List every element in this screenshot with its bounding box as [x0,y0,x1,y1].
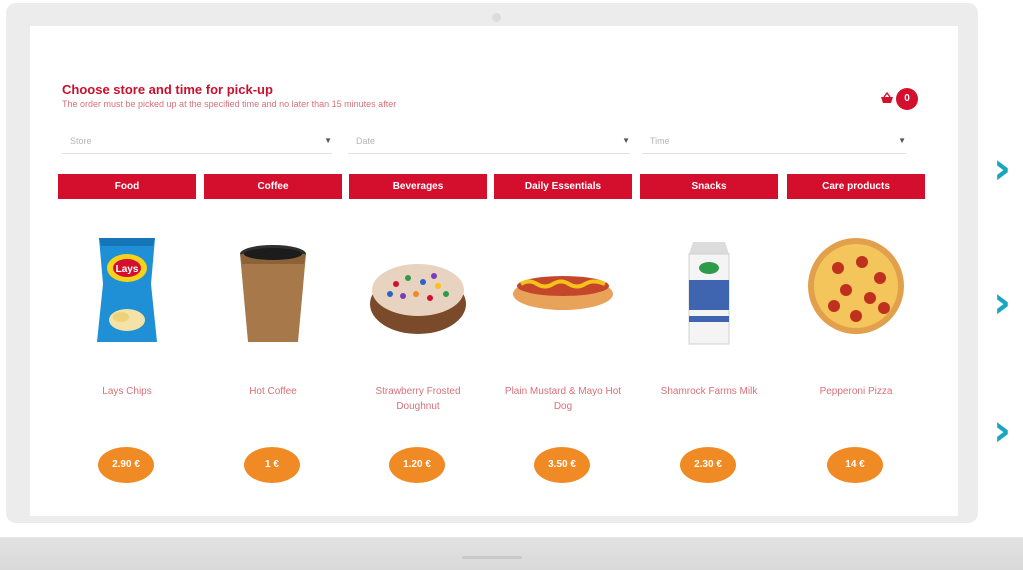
time-select-placeholder: Time [650,136,670,146]
milk-carton-image [688,242,730,345]
product-card[interactable]: Shamrock Farms Milk 2.30 € [640,212,778,516]
product-name: Strawberry Frosted Doughnut [375,386,461,412]
date-select-placeholder: Date [356,136,376,146]
time-select[interactable]: Time ▼ [642,131,906,154]
product-name: Lays Chips [102,386,152,397]
tab-daily-essentials[interactable]: Daily Essentials [494,174,632,199]
tab-care-products[interactable]: Care products [787,174,925,199]
caret-down-icon: ▼ [324,136,332,145]
pizza-image [808,238,904,334]
price-badge[interactable]: 1.20 € [389,447,445,483]
tab-coffee[interactable]: Coffee [204,174,342,199]
chips-bag-image: Lays [97,238,157,342]
tab-food[interactable]: Food [58,174,196,199]
camera-dot [492,13,501,22]
store-select[interactable]: Store ▼ [62,131,332,154]
product-name: Shamrock Farms Milk [660,386,758,397]
category-tabs: Food Coffee Beverages Daily Essentials S… [58,174,926,199]
chevron-right-icon: › [993,143,1012,194]
basket-icon [881,92,893,103]
laptop-base [0,537,1023,570]
caret-down-icon: ▼ [622,136,630,145]
price-badge[interactable]: 14 € [827,447,883,483]
app-screen: Choose store and time for pick-up The or… [30,26,958,516]
product-card[interactable]: Strawberry Frosted Doughnut 1.20 € [349,212,487,516]
scroll-fade [30,496,958,516]
product-name: Hot Coffee [249,386,297,397]
tab-snacks[interactable]: Snacks [640,174,778,199]
product-name: Pepperoni Pizza [819,386,893,397]
product-card[interactable]: Pepperoni Pizza 14 € [787,212,925,516]
coffee-cup-image [240,245,306,342]
doughnut-image [370,264,466,334]
price-badge[interactable]: 1 € [244,447,300,483]
product-card[interactable]: Hot Coffee 1 € [204,212,342,516]
hot-dog-image [513,276,613,310]
chevron-right-icon: › [993,277,1012,328]
product-grid: Lays Lays Chips 2.90 € Hot Coffee 1 € St… [58,212,926,516]
date-select[interactable]: Date ▼ [348,131,630,154]
price-badge[interactable]: 3.50 € [534,447,590,483]
product-name: Plain Mustard & Mayo Hot Dog [504,386,622,412]
store-select-placeholder: Store [70,136,92,146]
price-badge[interactable]: 2.30 € [680,447,736,483]
page-subtitle: The order must be picked up at the speci… [62,99,397,109]
cart-button[interactable]: 0 [880,88,920,110]
product-card[interactable]: Plain Mustard & Mayo Hot Dog 3.50 € [494,212,632,516]
laptop-notch [462,556,522,559]
cart-count-badge: 0 [896,88,918,110]
chevron-right-icon: › [993,405,1012,456]
product-card[interactable]: Lays Lays Chips 2.90 € [58,212,196,516]
price-badge[interactable]: 2.90 € [98,447,154,483]
page-title: Choose store and time for pick-up [62,82,273,97]
tab-beverages[interactable]: Beverages [349,174,487,199]
svg-text:Lays: Lays [116,264,139,275]
caret-down-icon: ▼ [898,136,906,145]
